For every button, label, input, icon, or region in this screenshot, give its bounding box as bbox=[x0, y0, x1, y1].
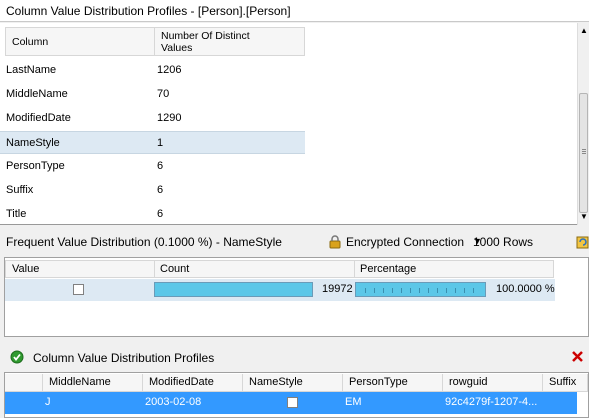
scroll-up-icon[interactable]: ▲ bbox=[580, 26, 588, 35]
cell-column: NameStyle bbox=[6, 137, 60, 149]
percentage-bar-tick bbox=[392, 288, 393, 293]
close-icon[interactable] bbox=[571, 350, 584, 363]
header-label: NameStyle bbox=[249, 376, 303, 388]
results-title: Column Value Distribution Profiles bbox=[33, 351, 215, 365]
cell-value: 1206 bbox=[157, 64, 182, 76]
percentage-bar-tick bbox=[455, 288, 456, 293]
panel-title: Column Value Distribution Profiles - [Pe… bbox=[0, 0, 589, 22]
table-row[interactable]: Title 6 bbox=[0, 203, 305, 226]
refresh-icon[interactable] bbox=[575, 233, 589, 251]
percentage-bar-tick bbox=[428, 288, 429, 293]
table-row[interactable]: LastName 1206 bbox=[0, 59, 305, 82]
vertical-scrollbar[interactable]: ▲ ▼ bbox=[577, 23, 589, 225]
lock-icon bbox=[329, 235, 341, 249]
header-label: Column bbox=[12, 36, 49, 48]
column-header-rowguid[interactable]: rowguid bbox=[443, 374, 543, 392]
column-header-column[interactable]: Column bbox=[5, 27, 155, 56]
frequency-title: Frequent Value Distribution (0.1000 %) -… bbox=[6, 235, 282, 249]
cell-rowguid: 92c4279f-1207-4... bbox=[445, 396, 538, 408]
count-value: 19972 bbox=[322, 283, 353, 295]
cell-column: MiddleName bbox=[6, 88, 68, 100]
percentage-bar-tick bbox=[383, 288, 384, 293]
column-header-suffix[interactable]: Suffix bbox=[543, 374, 588, 392]
percentage-bar-tick bbox=[464, 288, 465, 293]
table-row[interactable]: 19972 100.0000 % bbox=[5, 279, 555, 301]
percentage-bar-tick bbox=[446, 288, 447, 293]
results-panel: Column Value Distribution Profiles Middl… bbox=[0, 345, 589, 418]
header-label: Count bbox=[160, 263, 190, 275]
column-header-value[interactable]: Value bbox=[5, 260, 155, 278]
cell-middlename: J bbox=[45, 396, 51, 408]
column-header-middlename[interactable]: MiddleName bbox=[43, 374, 143, 392]
percentage-value: 100.0000 % bbox=[496, 283, 555, 295]
chevron-down-icon: ▼ bbox=[473, 236, 482, 246]
table-row-selected[interactable]: NameStyle 1 bbox=[0, 131, 305, 154]
success-check-icon bbox=[10, 350, 24, 364]
cell-column: Title bbox=[6, 208, 27, 220]
row-header bbox=[5, 374, 43, 392]
cell-column: Suffix bbox=[6, 184, 34, 196]
percentage-bar-tick bbox=[473, 288, 474, 293]
header-label: Number Of Distinct Values bbox=[161, 30, 250, 54]
percentage-bar-tick bbox=[437, 288, 438, 293]
column-header-percentage[interactable]: Percentage bbox=[354, 260, 554, 278]
percentage-bar-tick bbox=[401, 288, 402, 293]
encrypted-connection-label: Encrypted Connection bbox=[346, 235, 465, 249]
cell-value: 1290 bbox=[157, 112, 182, 124]
column-header-distinct[interactable]: Number Of Distinct Values bbox=[154, 27, 305, 56]
cell-column: PersonType bbox=[6, 160, 65, 172]
count-bar bbox=[154, 282, 313, 297]
column-header-namestyle[interactable]: NameStyle bbox=[243, 374, 343, 392]
header-label: PersonType bbox=[349, 376, 408, 388]
cell-value: 6 bbox=[157, 160, 164, 172]
value-checkbox[interactable] bbox=[73, 284, 84, 295]
table-row-selected[interactable]: J 2003-02-08 EM 92c4279f-1207-4... bbox=[5, 392, 577, 414]
cell-modifieddate: 2003-02-08 bbox=[145, 396, 202, 408]
column-header-persontype[interactable]: PersonType bbox=[343, 374, 443, 392]
cell-column: ModifiedDate bbox=[6, 112, 71, 124]
namestyle-checkbox[interactable] bbox=[287, 397, 298, 408]
table-row[interactable]: PersonType 6 bbox=[0, 155, 305, 178]
table-row[interactable]: Suffix 6 bbox=[0, 179, 305, 202]
scroll-down-icon[interactable]: ▼ bbox=[580, 212, 588, 221]
cell-value: 1 bbox=[157, 137, 164, 149]
header-label: ModifiedDate bbox=[149, 376, 214, 388]
header-label: rowguid bbox=[449, 376, 488, 388]
header-label: Percentage bbox=[360, 263, 417, 275]
header-label: MiddleName bbox=[49, 376, 111, 388]
percentage-bar-tick bbox=[410, 288, 411, 293]
cell-persontype: EM bbox=[345, 396, 362, 408]
percentage-bar-tick bbox=[419, 288, 420, 293]
header-label: Suffix bbox=[549, 376, 577, 388]
percentage-bar bbox=[355, 282, 486, 297]
table-row[interactable]: MiddleName 70 bbox=[0, 83, 305, 106]
frequency-grid[interactable]: Value Count Percentage 19972 100.0000 % bbox=[4, 257, 589, 337]
rows-dropdown[interactable]: 1000 Rows ▼ bbox=[470, 233, 572, 251]
cell-value: 70 bbox=[157, 88, 170, 100]
percentage-bar-tick bbox=[365, 288, 366, 293]
column-profile-grid[interactable]: Column Number Of Distinct Values LastNam… bbox=[0, 23, 589, 225]
column-header-modifieddate[interactable]: ModifiedDate bbox=[143, 374, 243, 392]
cell-column: LastName bbox=[6, 64, 57, 76]
cell-value: 6 bbox=[157, 208, 164, 220]
cell-value: 6 bbox=[157, 184, 164, 196]
scrollbar-thumb[interactable] bbox=[579, 93, 588, 213]
header-label: Value bbox=[12, 263, 40, 275]
column-header-count[interactable]: Count bbox=[154, 260, 355, 278]
results-grid[interactable]: MiddleName ModifiedDate NameStyle Person… bbox=[4, 372, 589, 418]
percentage-bar-tick bbox=[374, 288, 375, 293]
frequency-toolbar: Frequent Value Distribution (0.1000 %) -… bbox=[0, 230, 589, 254]
table-row[interactable]: ModifiedDate 1290 bbox=[0, 107, 305, 130]
